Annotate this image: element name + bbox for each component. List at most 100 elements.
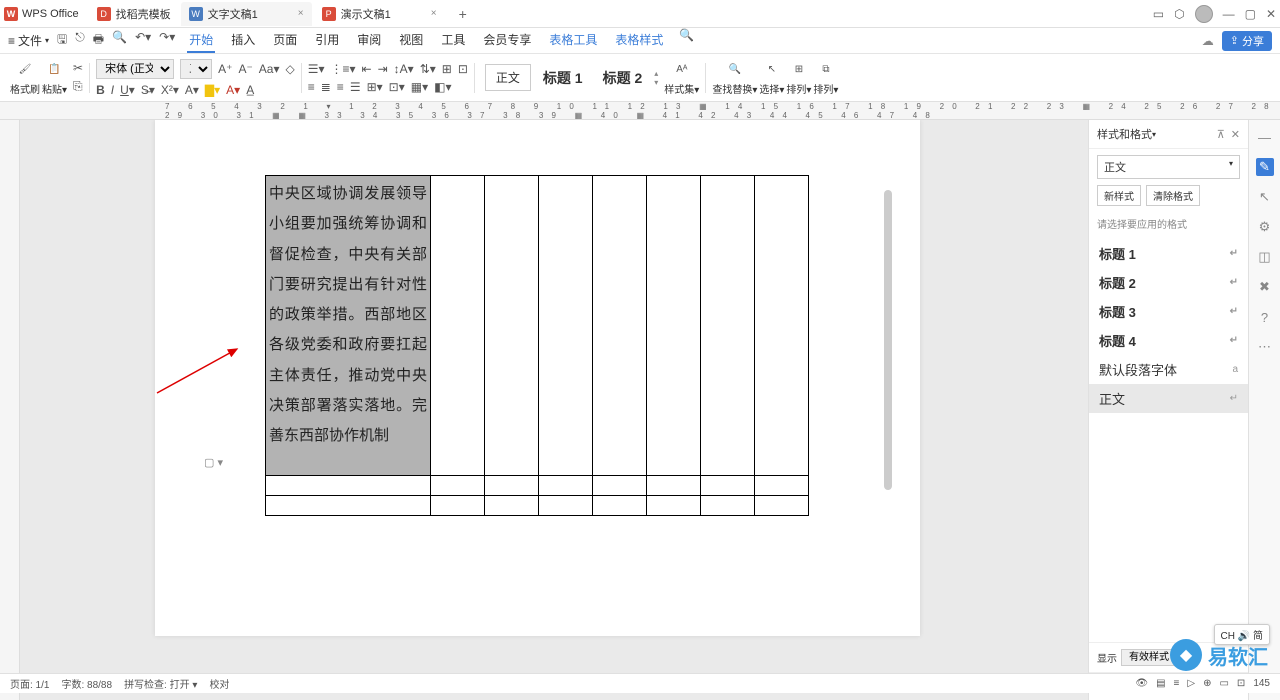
increase-font-icon[interactable]: A⁺ [218,62,232,76]
style-item-default-para[interactable]: 默认段落字体a [1089,355,1248,384]
add-tab-button[interactable]: + [453,6,473,22]
show-marks-icon[interactable]: ⊡ [458,62,468,76]
close-panel-icon[interactable]: ✕ [1231,128,1240,141]
decrease-font-icon[interactable]: A⁻ [238,62,252,76]
format-painter-button[interactable]: 🖌 格式刷 [10,59,40,96]
cloud-icon[interactable]: ☁ [1202,34,1214,48]
style-item-body[interactable]: 正文↵ [1089,384,1248,413]
font-dialog-icon[interactable]: A̲ [246,83,254,97]
font-color-icon[interactable]: A▾ [226,83,240,97]
close-icon[interactable]: × [431,8,437,19]
export-icon[interactable]: ⎋ [75,30,85,51]
window-list-icon[interactable]: ▭ [1153,7,1164,21]
view-read-icon[interactable]: ▷ [1187,678,1195,689]
cut-icon[interactable]: ✂ [73,61,83,75]
pin-icon[interactable]: ⊼ [1217,128,1225,141]
view-focus-icon[interactable]: ▭ [1219,678,1228,689]
minimize-icon[interactable]: — [1223,7,1235,21]
style-item-h3[interactable]: 标题 3↵ [1089,297,1248,326]
sort-icon[interactable]: ⊞ [442,62,452,76]
vertical-ruler[interactable] [0,120,20,700]
styles-gallery[interactable]: 正文 标题 1 标题 2 ▴▾ [481,64,662,91]
copy-icon[interactable]: ⎘ [73,79,83,94]
select-button[interactable]: ↖ 选择▾ [759,59,784,96]
share-button[interactable]: ⇪ 分享 [1222,31,1272,51]
undo-icon[interactable]: ↶▾ [135,30,151,51]
line-spacing-icon[interactable]: ⇅▾ [420,62,436,76]
close-icon[interactable]: × [298,8,304,19]
highlight-icon[interactable]: ▇▾ [205,83,220,97]
proofing-status[interactable]: 校对 [209,676,229,691]
distribute-icon[interactable]: ⊞▾ [367,80,383,94]
style-item-h2[interactable]: 标题 2↵ [1089,268,1248,297]
tab-reference[interactable]: 引用 [313,28,341,53]
clear-format-button[interactable]: 清除格式 [1146,185,1200,206]
strike-icon[interactable]: S̶▾ [141,83,155,97]
justify-icon[interactable]: ☰ [350,80,361,94]
settings-icon[interactable]: ⚙ [1256,218,1274,236]
align-center-icon[interactable]: ≣ [321,80,331,94]
document-canvas[interactable]: ▢ ▾ 中央区域协调发展领导小组要加强统筹协调和督促检查，中央有关部门要研究提出… [20,120,1088,700]
text-direction-icon[interactable]: ↕A▾ [394,62,414,76]
spell-check-status[interactable]: 拼写检查: 打开 ▾ [124,676,197,691]
redo-icon[interactable]: ↷▾ [159,30,175,51]
style-item-h1[interactable]: 标题 1↵ [1089,239,1248,268]
decrease-indent-icon[interactable]: ⇤ [362,62,372,76]
maximize-icon[interactable]: ▢ [1245,7,1256,21]
document-table[interactable]: 中央区域协调发展领导小组要加强统筹协调和督促检查，中央有关部门要研究提出有针对性… [265,175,809,516]
eye-icon[interactable]: 👁 [1135,678,1148,689]
text-effect-icon[interactable]: A▾ [185,83,199,97]
tab-table-style[interactable]: 表格样式 [613,28,665,53]
file-menu[interactable]: ≡ 文件 ▾ [8,32,49,49]
style-item-h4[interactable]: 标题 4↵ [1089,326,1248,355]
tab-icon[interactable]: ⊡▾ [389,80,405,94]
avatar[interactable] [1195,5,1213,23]
close-window-icon[interactable]: ✕ [1266,7,1276,21]
annotation-marker-icon[interactable]: ▢ ▾ [204,456,223,469]
bullets-icon[interactable]: ☰▾ [308,62,325,76]
print-icon[interactable]: 🖶 [93,30,104,51]
numbering-icon[interactable]: ⋮≡▾ [331,62,356,76]
cube-icon[interactable]: ⬡ [1174,7,1184,21]
tab-table-tools[interactable]: 表格工具 [547,28,599,53]
zoom-value[interactable]: 145 [1253,678,1270,689]
font-family-select[interactable]: 宋体 (正文) [96,59,174,79]
table-cell-text[interactable]: 中央区域协调发展领导小组要加强统筹协调和督促检查，中央有关部门要研究提出有针对性… [266,176,430,475]
style-set-button[interactable]: Aᴬ 样式集▾ [664,59,699,96]
tab-presentation[interactable]: P 演示文稿1 × [314,2,445,26]
bold-icon[interactable]: B [96,83,105,97]
tab-home[interactable]: 开始 [187,28,215,53]
collapse-icon[interactable]: — [1256,128,1274,146]
vertical-scrollbar[interactable] [884,190,892,490]
underline-icon[interactable]: U▾ [120,83,135,97]
page-indicator[interactable]: 页面: 1/1 [10,676,49,691]
table-row[interactable] [266,496,809,516]
tab-insert[interactable]: 插入 [229,28,257,53]
view-page-icon[interactable]: ▤ [1156,678,1165,689]
tab-member[interactable]: 会员专享 [481,28,533,53]
style-normal[interactable]: 正文 [485,64,531,91]
zoom-fit-icon[interactable]: ⊡ [1237,678,1245,689]
current-style-select[interactable]: 正文▾ [1097,155,1240,179]
sort-button[interactable]: ⧉ 排列▾ [813,59,838,96]
tab-templates[interactable]: D 找稻壳模板 [89,2,179,26]
shading-icon[interactable]: ◧▾ [434,80,451,94]
find-replace-button[interactable]: 🔍 查找替换▾ [712,59,757,96]
new-style-button[interactable]: 新样式 [1097,185,1141,206]
style-h2[interactable]: 标题 2 [595,66,651,90]
horizontal-ruler[interactable]: 7 6 5 4 3 2 1 ▾ 1 2 3 4 5 6 7 8 9 10 11 … [0,102,1280,120]
save-icon[interactable]: 🖫 [57,30,67,51]
search-icon[interactable]: 🔍 [679,28,694,53]
view-outline-icon[interactable]: ≡ [1174,678,1180,689]
superscript-icon[interactable]: X²▾ [161,83,179,97]
arrange-button[interactable]: ⊞ 排列▾ [786,59,811,96]
help-icon[interactable]: ? [1256,308,1274,326]
increase-indent-icon[interactable]: ⇥ [378,62,388,76]
preview-icon[interactable]: 🔍 [112,30,127,51]
word-count[interactable]: 字数: 88/88 [61,676,112,691]
font-size-select[interactable]: 五号 [180,59,212,79]
more-icon[interactable]: ⋯ [1256,338,1274,356]
tab-page[interactable]: 页面 [271,28,299,53]
table-row[interactable] [266,476,809,496]
style-up-icon[interactable]: ▴ [654,69,658,78]
